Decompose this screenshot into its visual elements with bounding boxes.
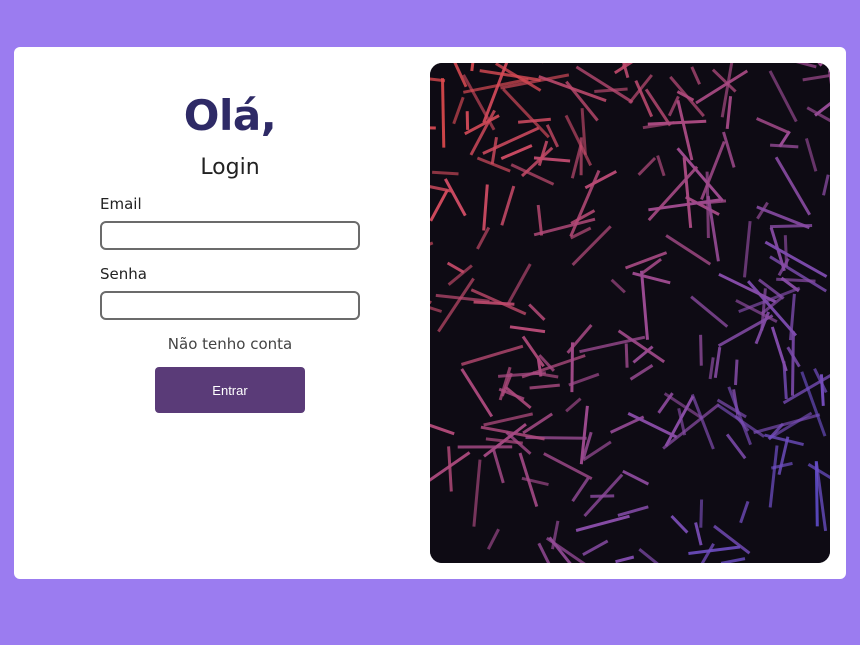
decorative-line (734, 359, 739, 386)
password-label: Senha (100, 265, 147, 283)
pattern-lines-illustration (430, 63, 830, 563)
greeting-heading: Olá, (183, 91, 277, 140)
decorative-illustration (430, 63, 830, 563)
decorative-line (791, 331, 795, 396)
decorative-line (699, 499, 704, 528)
decorative-line (430, 126, 436, 130)
decorative-line (624, 343, 629, 368)
password-field[interactable] (100, 291, 360, 320)
login-button[interactable]: Entrar (155, 367, 305, 413)
decorative-line (776, 277, 816, 283)
illustration-background (430, 63, 830, 563)
decorative-line (699, 334, 703, 366)
login-card: Olá, Login Email Senha Não tenho conta E… (14, 47, 846, 579)
email-label: Email (100, 195, 142, 213)
email-field[interactable] (100, 221, 360, 250)
decorative-line (441, 78, 446, 148)
decorative-line (432, 170, 459, 176)
decorative-line (770, 143, 799, 149)
no-account-link[interactable]: Não tenho conta (100, 335, 360, 353)
login-subtitle: Login (200, 155, 260, 180)
